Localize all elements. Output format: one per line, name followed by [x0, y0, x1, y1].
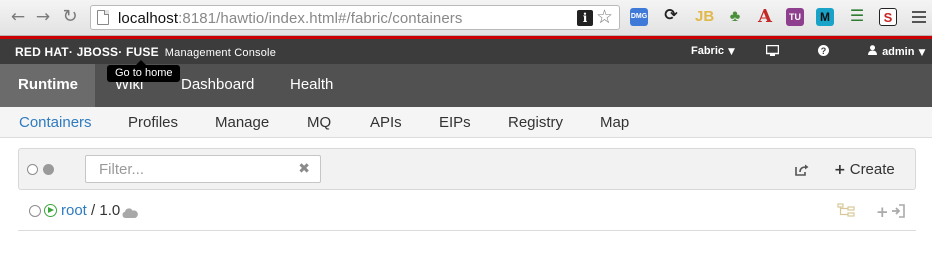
running-status-icon [44, 204, 57, 217]
row-select-checkbox[interactable] [29, 205, 41, 217]
container-label: root / 1.0 [61, 202, 120, 219]
clip-extension-icon[interactable]: ☰ [848, 8, 866, 26]
select-all-icon[interactable] [43, 164, 54, 175]
hierarchy-icon[interactable] [837, 203, 855, 219]
plus-icon: + [834, 162, 846, 178]
subtab-registry[interactable]: Registry [508, 114, 563, 131]
sync-extension-icon[interactable]: ⟳ [662, 8, 680, 26]
address-bar[interactable]: localhost:8181/hawtio/index.html#/fabric… [90, 5, 620, 30]
page-icon [97, 10, 109, 25]
reload-icon[interactable]: ↻ [60, 7, 80, 27]
help-icon[interactable]: ? [818, 45, 829, 59]
subtab-apis[interactable]: APIs [370, 114, 402, 131]
subtab-profiles[interactable]: Profiles [128, 114, 178, 131]
forward-arrow-icon[interactable]: → [33, 7, 53, 27]
m-extension-icon[interactable]: M [816, 8, 834, 26]
tab-dashboard[interactable]: Dashboard [181, 64, 254, 107]
table-row[interactable]: root / 1.0 + [18, 197, 916, 231]
user-icon [868, 45, 880, 58]
jb-extension-icon[interactable]: JB [695, 8, 714, 26]
brand-subtitle: Management Console [164, 47, 277, 59]
s-extension-icon[interactable]: S [879, 8, 897, 26]
select-none-icon[interactable] [27, 164, 38, 175]
cloud-icon [122, 205, 138, 218]
container-version: / 1.0 [91, 202, 121, 219]
url-text[interactable]: localhost:8181/hawtio/index.html#/fabric… [118, 10, 462, 27]
browser-toolbar: ← → ↻ localhost:8181/hawtio/index.html#/… [0, 0, 932, 36]
containers-toolbar: ✖ +Create [18, 148, 916, 190]
dmg-extension-icon[interactable]: DMG [630, 8, 648, 26]
tu-extension-icon[interactable]: TU [786, 8, 804, 26]
user-menu[interactable]: admin ▼ [868, 45, 925, 58]
clear-filter-icon[interactable]: ✖ [298, 161, 310, 177]
browser-menu-icon[interactable] [912, 11, 926, 26]
create-button[interactable]: + Create [834, 161, 895, 178]
tab-runtime[interactable]: Runtime [0, 64, 95, 107]
subtab-containers[interactable]: Containers [19, 114, 92, 131]
a-extension-icon[interactable]: A [756, 8, 774, 26]
container-link[interactable]: root [61, 202, 87, 219]
brand-logo[interactable]: RED HAT· JBOSS· FUSE Management Console [15, 45, 276, 59]
svg-text:?: ? [821, 46, 827, 56]
subtab-eips[interactable]: EIPs [439, 114, 471, 131]
fabric-dropdown[interactable]: Fabric ▼ [691, 45, 735, 57]
bookmark-star-icon[interactable]: ☆ [596, 6, 613, 28]
brand-name: RED HAT· JBOSS· FUSE [15, 45, 159, 59]
subtab-manage[interactable]: Manage [215, 114, 269, 131]
filter-input[interactable] [99, 156, 299, 182]
monitor-icon[interactable] [765, 44, 780, 59]
leaf-extension-icon[interactable]: ♣ [726, 8, 744, 26]
subtab-map[interactable]: Map [600, 114, 629, 131]
chevron-down-icon: ▼ [728, 47, 735, 57]
subtab-mq[interactable]: MQ [307, 114, 331, 131]
filter-field: ✖ [85, 155, 321, 183]
info-icon[interactable]: i [577, 10, 593, 26]
add-child-icon[interactable]: + [876, 203, 889, 221]
open-external-icon[interactable] [795, 163, 809, 176]
tab-health[interactable]: Health [290, 64, 333, 107]
tooltip: Go to home [107, 60, 181, 82]
login-icon[interactable] [891, 204, 905, 218]
chevron-down-icon: ▼ [918, 48, 926, 58]
back-arrow-icon[interactable]: ← [8, 7, 28, 27]
sub-nav: Containers Profiles Manage MQ APIs EIPs … [0, 107, 932, 138]
